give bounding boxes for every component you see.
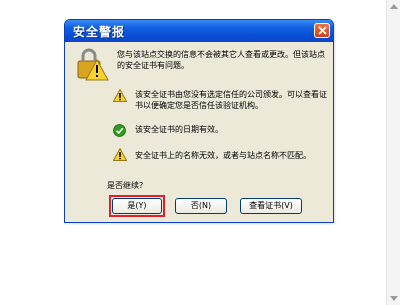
lock-warning-icon — [77, 48, 109, 81]
no-button[interactable]: 否(N) — [175, 198, 227, 214]
continue-question: 是否继续? — [107, 181, 144, 190]
title-bar[interactable]: 安全警报 — [65, 20, 333, 42]
view-certificate-button[interactable]: 查看证书(V) — [240, 198, 302, 214]
close-button[interactable] — [314, 23, 330, 38]
dialog-title: 安全警报 — [73, 25, 126, 39]
scroll-up-icon[interactable] — [390, 4, 398, 9]
name-mismatch-text: 安全证书上的名称无效，或者与站点名称不匹配。 — [135, 151, 311, 160]
issuer-warning-text: 该安全证书由您没有选定信任的公司颁发。可以查看证书以便确定您是否信任该验证机构。 — [135, 90, 327, 110]
warning-icon — [113, 89, 127, 102]
warning-icon — [113, 148, 127, 161]
security-alert-dialog: 安全警报 您与该站点交换的信息不会被其它人查看或更改。但该站点的安全证书有问题。… — [64, 19, 334, 223]
check-icon — [113, 124, 126, 137]
scroll-down-icon[interactable] — [390, 296, 398, 301]
intro-text: 您与该站点交换的信息不会被其它人查看或更改。但该站点的安全证书有问题。 — [117, 50, 325, 70]
date-valid-text: 该安全证书的日期有效。 — [135, 125, 223, 134]
yes-button[interactable]: 是(Y) — [112, 198, 162, 214]
close-icon — [318, 26, 327, 35]
page-scrollbar[interactable] — [386, 0, 400, 305]
